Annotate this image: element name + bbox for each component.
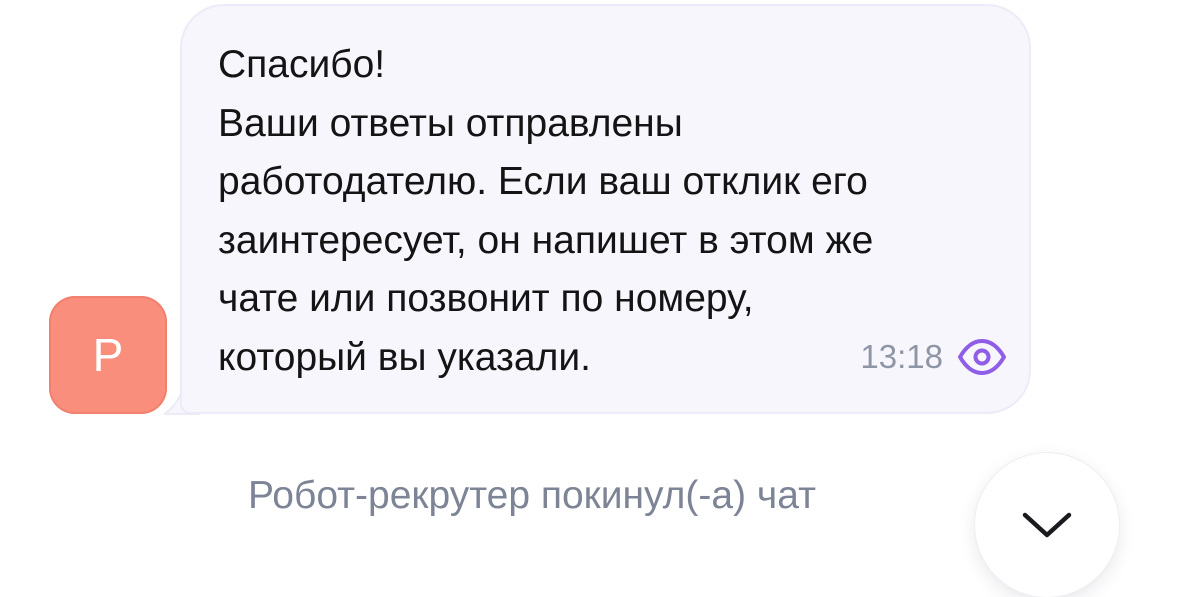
message-line: Спасибо! [218,43,386,86]
system-note: Робот-рекрутер покинул(-а) чат [248,474,816,517]
chat-view: Р Спасибо! Ваши ответы отправлены работо… [0,0,1179,597]
message-bubble[interactable]: Спасибо! Ваши ответы отправлены работода… [180,4,1031,414]
message-line: Ваши ответы отправлены [218,101,683,145]
message-line: работодателю. Если ваш отклик его [218,160,868,203]
scroll-down-button[interactable] [975,453,1119,597]
eye-icon [958,339,1006,375]
chevron-down-icon [1022,512,1072,538]
avatar-initial: Р [92,329,124,381]
avatar[interactable]: Р [49,296,167,414]
message-text: Спасибо! Ваши ответы отправлены работода… [218,36,998,387]
message-line: заинтересует, он напишет в этом же [218,218,874,262]
message-meta: 13:18 [860,338,1007,376]
message-line: чате или позвонит по номеру, [218,277,754,320]
message-time: 13:18 [860,338,943,375]
